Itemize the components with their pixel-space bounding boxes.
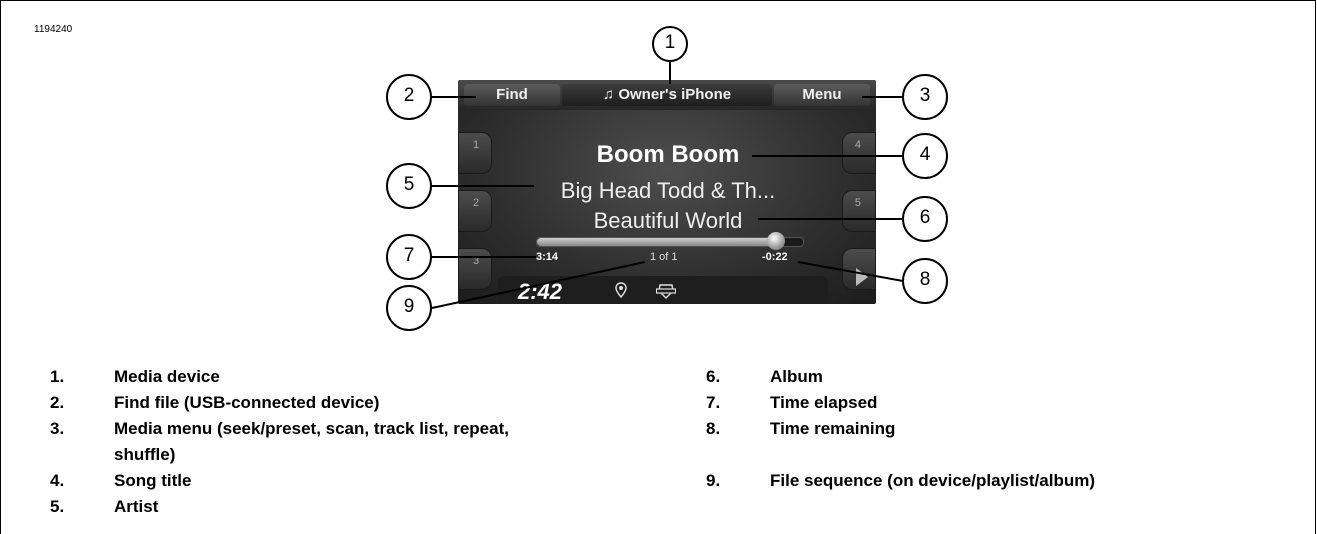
callout-number-9: 9 — [403, 296, 415, 317]
legend-number: 3. — [50, 419, 65, 438]
leader-line-8 — [797, 261, 904, 282]
legend-text: Artist — [114, 497, 159, 516]
legend-number: 9. — [706, 471, 721, 490]
legend-text: File sequence (on device/playlist/album) — [770, 471, 1095, 490]
callout-number-6: 6 — [919, 207, 931, 228]
callout-number-7: 7 — [403, 245, 415, 266]
legend-text: Media menu (seek/preset, scan, track lis… — [114, 419, 509, 438]
leader-line-9 — [431, 261, 646, 309]
legend-number: 5. — [50, 497, 65, 516]
legend-text: Album — [770, 367, 823, 386]
legend-number: 1. — [50, 367, 65, 386]
callout-number-3: 3 — [919, 85, 931, 106]
legend-number: 7. — [706, 393, 721, 412]
legend-number: 6. — [706, 367, 721, 386]
legend-text: shuffle) — [114, 445, 176, 464]
legend-text: Song title — [114, 471, 192, 490]
callout-number-1: 1 — [664, 32, 676, 53]
callout-number-5: 5 — [403, 174, 415, 195]
callout-number-8: 8 — [919, 269, 931, 290]
legend-text: Media device — [114, 367, 220, 386]
callout-leaders — [386, 26, 948, 331]
legend-text: Find file (USB-connected device) — [114, 393, 380, 412]
callout-number-2: 2 — [403, 85, 415, 106]
legend-text: Time elapsed — [770, 393, 878, 412]
legend-number: 4. — [50, 471, 65, 490]
legend-number: 2. — [50, 393, 65, 412]
callout-number-4: 4 — [919, 144, 931, 165]
legend-text: Time remaining — [770, 419, 896, 438]
legend-number: 8. — [706, 419, 721, 438]
